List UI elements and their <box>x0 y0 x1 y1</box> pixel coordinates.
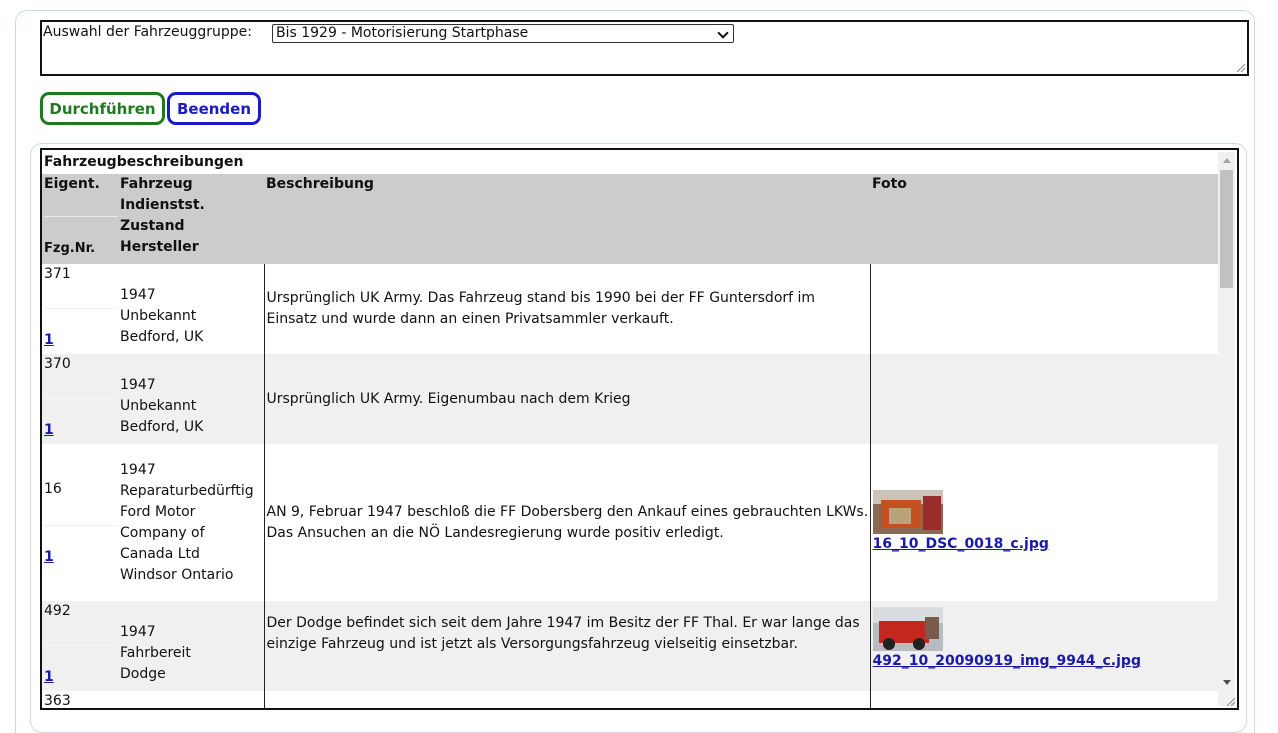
fzgnr-value: 371 <box>44 264 118 309</box>
header-indienstst: Indienstst. <box>120 197 205 213</box>
scrollbar-thumb[interactable] <box>1220 170 1233 288</box>
eigent-link[interactable]: 1 <box>44 669 54 685</box>
year-value: 1947 <box>120 287 156 303</box>
cell-vehicle: 1947 Unbekannt Bedford, UK <box>118 264 265 354</box>
hersteller-value: Bedford, UK <box>120 419 204 435</box>
table-row: 16 1 1947 Reparaturbedürftig Ford Motor … <box>42 444 1220 601</box>
zustand-value: Reparaturbedürftig <box>120 482 254 499</box>
cell-ids: 370 1 <box>42 354 118 444</box>
vehicle-thumbnail[interactable] <box>872 490 943 534</box>
cell-ids: 492 1 <box>42 601 118 691</box>
eigent-link[interactable]: 1 <box>44 332 54 348</box>
selector-textarea[interactable]: Auswahl der Fahrzeuggruppe: Bis 1929 - M… <box>40 20 1249 76</box>
vehicle-group-selected: Bis 1929 - Motorisierung Startphase <box>276 25 529 41</box>
vehicle-thumbnail[interactable] <box>872 607 943 651</box>
fzgnr-value: 370 <box>44 354 118 399</box>
hersteller-line: Canada Ltd <box>120 545 200 562</box>
cell-description: Ursprünglich UK Army. Eigenumbau nach de… <box>264 354 870 444</box>
fzgnr-value: 492 <box>44 601 118 646</box>
cell-photo <box>869 691 1220 708</box>
zustand-value: Unbekannt <box>120 398 197 414</box>
cell-photo <box>869 354 1220 444</box>
cell-ids: 363 <box>42 691 118 709</box>
hersteller-value: Dodge <box>120 666 166 682</box>
scroll-up-arrow-icon[interactable] <box>1223 158 1231 163</box>
cell-description: Ursprünglich UK Army. Das Fahrzeug stand… <box>264 264 870 354</box>
cell-vehicle: 1947 Unbekannt Bedford, UK <box>118 354 265 444</box>
vehicle-group-label: Auswahl der Fahrzeuggruppe: <box>43 24 253 40</box>
hersteller-line: Company of <box>120 524 205 541</box>
scroll-down-arrow-icon[interactable] <box>1223 680 1231 685</box>
description-text: Ursprünglich UK Army. Eigenumbau nach de… <box>266 390 631 407</box>
cell-photo <box>869 264 1220 354</box>
fzgnr-value: 16 <box>44 479 118 526</box>
header-fahrzeug: Fahrzeug Indienstst. Zustand Hersteller <box>118 174 264 264</box>
cell-ids: 16 1 <box>42 444 118 601</box>
chevron-down-icon <box>717 27 729 39</box>
table-row: 370 1 1947 Unbekannt Bedford, UK Ursprün… <box>42 354 1220 444</box>
vertical-scrollbar[interactable] <box>1218 152 1235 706</box>
table-row: 492 1 1947 Fahrbereit Dodge Der Dodge be… <box>42 601 1220 691</box>
description-text: Der Dodge befindet sich seit dem Jahre 1… <box>266 615 860 652</box>
cell-photo: 492_10_20090919_img_9944_c.jpg <box>869 601 1220 691</box>
table-row: 371 1 1947 Unbekannt Bedford, UK Ursprün… <box>42 264 1220 354</box>
header-beschreibung: Beschreibung <box>264 174 870 264</box>
header-eigent-fzgnr: Eigent. Fzg.Nr. <box>42 174 118 264</box>
cell-ids: 371 1 <box>42 264 118 354</box>
resize-grip-icon[interactable] <box>1237 64 1245 72</box>
zustand-value: Unbekannt <box>120 308 197 324</box>
hersteller-line: Ford Motor <box>120 503 196 520</box>
resize-grip-icon[interactable] <box>1227 698 1235 706</box>
year-value: 1947 <box>120 461 156 478</box>
cell-description <box>264 691 870 708</box>
eigent-link[interactable]: 1 <box>44 549 54 565</box>
description-text: AN 9, Februar 1947 beschloß die FF Dober… <box>266 503 869 541</box>
header-fzgnr: Fzg.Nr. <box>44 241 96 256</box>
zustand-value: Fahrbereit <box>120 645 191 661</box>
vehicle-table-scrollbox[interactable]: Fahrzeugbeschreibungen Eigent. Fzg.Nr. F… <box>40 148 1239 710</box>
description-text: Ursprünglich UK Army. Das Fahrzeug stand… <box>266 290 816 327</box>
cell-description: AN 9, Februar 1947 beschloß die FF Dober… <box>264 444 870 601</box>
hersteller-line: Windsor Ontario <box>120 566 234 583</box>
header-zustand: Zustand <box>120 218 185 234</box>
header-hersteller: Hersteller <box>120 239 199 255</box>
end-button[interactable]: Beenden <box>167 92 261 125</box>
header-fahrzeug-label: Fahrzeug <box>120 176 193 192</box>
cell-vehicle: 1947 Fahrbereit Dodge <box>118 601 265 691</box>
vehicle-group-select[interactable]: Bis 1929 - Motorisierung Startphase <box>272 24 734 43</box>
year-value: 1947 <box>120 377 156 393</box>
photo-link[interactable]: 16_10_DSC_0018_c.jpg <box>873 536 1049 552</box>
table-row: 363 <box>42 691 1220 709</box>
eigent-link[interactable]: 1 <box>44 422 54 438</box>
cell-vehicle <box>118 691 265 708</box>
run-button[interactable]: Durchführen <box>40 92 165 125</box>
header-foto: Foto <box>870 174 1220 264</box>
header-eigent: Eigent. <box>44 174 118 217</box>
fzgnr-value: 363 <box>44 693 71 709</box>
cell-vehicle: 1947 Reparaturbedürftig Ford Motor Compa… <box>118 444 265 601</box>
photo-link[interactable]: 492_10_20090919_img_9944_c.jpg <box>873 653 1141 669</box>
hersteller-value: Bedford, UK <box>120 329 204 345</box>
cell-photo: 16_10_DSC_0018_c.jpg <box>869 444 1220 601</box>
vehicle-table: Fahrzeugbeschreibungen Eigent. Fzg.Nr. F… <box>42 150 1220 709</box>
table-caption: Fahrzeugbeschreibungen <box>44 154 244 170</box>
cell-description: Der Dodge befindet sich seit dem Jahre 1… <box>264 601 870 691</box>
year-value: 1947 <box>120 624 156 640</box>
